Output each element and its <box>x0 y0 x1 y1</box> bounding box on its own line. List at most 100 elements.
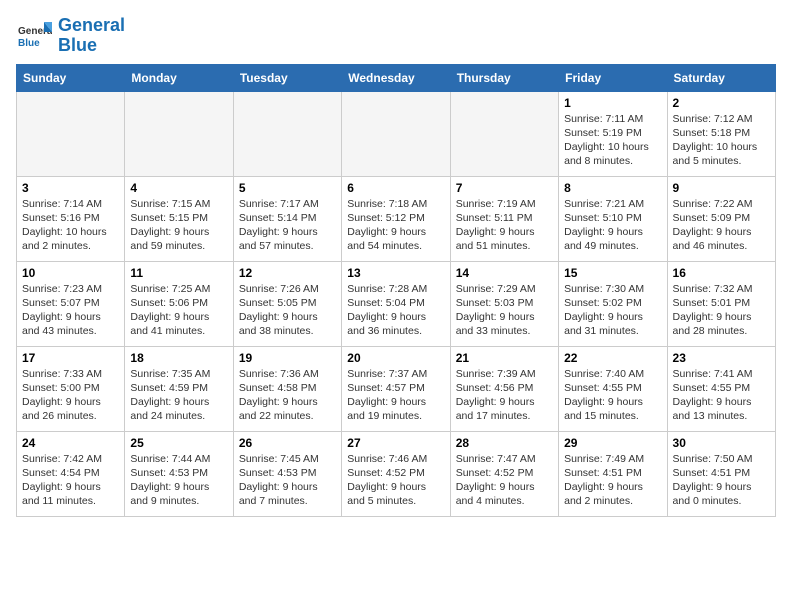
calendar-day-cell: 9 Sunrise: 7:22 AM Sunset: 5:09 PM Daylig… <box>667 176 775 261</box>
calendar-day-cell: 16 Sunrise: 7:32 AM Sunset: 5:01 PM Dayli… <box>667 261 775 346</box>
calendar-day-cell: 2 Sunrise: 7:12 AM Sunset: 5:18 PM Daylig… <box>667 91 775 176</box>
day-info: Sunrise: 7:18 AM Sunset: 5:12 PM Dayligh… <box>347 197 444 254</box>
calendar-day-cell <box>342 91 450 176</box>
calendar-table: SundayMondayTuesdayWednesdayThursdayFrid… <box>16 64 776 517</box>
day-info: Sunrise: 7:46 AM Sunset: 4:52 PM Dayligh… <box>347 452 444 509</box>
weekday-header: Saturday <box>667 64 775 91</box>
weekday-header: Tuesday <box>233 64 341 91</box>
day-number: 5 <box>239 181 336 195</box>
calendar-day-cell: 10 Sunrise: 7:23 AM Sunset: 5:07 PM Dayli… <box>17 261 125 346</box>
calendar-day-cell <box>450 91 558 176</box>
day-info: Sunrise: 7:23 AM Sunset: 5:07 PM Dayligh… <box>22 282 119 339</box>
calendar-day-cell: 20 Sunrise: 7:37 AM Sunset: 4:57 PM Dayli… <box>342 346 450 431</box>
day-number: 22 <box>564 351 661 365</box>
weekday-header: Thursday <box>450 64 558 91</box>
day-info: Sunrise: 7:11 AM Sunset: 5:19 PM Dayligh… <box>564 112 661 169</box>
calendar-day-cell: 19 Sunrise: 7:36 AM Sunset: 4:58 PM Dayli… <box>233 346 341 431</box>
svg-text:Blue: Blue <box>18 38 40 49</box>
calendar-day-cell: 26 Sunrise: 7:45 AM Sunset: 4:53 PM Dayli… <box>233 431 341 516</box>
day-number: 1 <box>564 96 661 110</box>
day-info: Sunrise: 7:17 AM Sunset: 5:14 PM Dayligh… <box>239 197 336 254</box>
day-number: 13 <box>347 266 444 280</box>
calendar-week-row: 17 Sunrise: 7:33 AM Sunset: 5:00 PM Dayli… <box>17 346 776 431</box>
calendar-week-row: 3 Sunrise: 7:14 AM Sunset: 5:16 PM Daylig… <box>17 176 776 261</box>
day-number: 7 <box>456 181 553 195</box>
calendar-day-cell: 18 Sunrise: 7:35 AM Sunset: 4:59 PM Dayli… <box>125 346 233 431</box>
calendar-day-cell: 13 Sunrise: 7:28 AM Sunset: 5:04 PM Dayli… <box>342 261 450 346</box>
day-number: 28 <box>456 436 553 450</box>
day-info: Sunrise: 7:28 AM Sunset: 5:04 PM Dayligh… <box>347 282 444 339</box>
day-info: Sunrise: 7:22 AM Sunset: 5:09 PM Dayligh… <box>673 197 770 254</box>
day-number: 6 <box>347 181 444 195</box>
day-info: Sunrise: 7:50 AM Sunset: 4:51 PM Dayligh… <box>673 452 770 509</box>
day-info: Sunrise: 7:44 AM Sunset: 4:53 PM Dayligh… <box>130 452 227 509</box>
day-number: 18 <box>130 351 227 365</box>
day-number: 16 <box>673 266 770 280</box>
day-info: Sunrise: 7:35 AM Sunset: 4:59 PM Dayligh… <box>130 367 227 424</box>
calendar-day-cell <box>17 91 125 176</box>
day-info: Sunrise: 7:32 AM Sunset: 5:01 PM Dayligh… <box>673 282 770 339</box>
day-info: Sunrise: 7:12 AM Sunset: 5:18 PM Dayligh… <box>673 112 770 169</box>
day-info: Sunrise: 7:14 AM Sunset: 5:16 PM Dayligh… <box>22 197 119 254</box>
day-info: Sunrise: 7:29 AM Sunset: 5:03 PM Dayligh… <box>456 282 553 339</box>
day-info: Sunrise: 7:21 AM Sunset: 5:10 PM Dayligh… <box>564 197 661 254</box>
day-number: 20 <box>347 351 444 365</box>
day-info: Sunrise: 7:45 AM Sunset: 4:53 PM Dayligh… <box>239 452 336 509</box>
calendar-header-row: SundayMondayTuesdayWednesdayThursdayFrid… <box>17 64 776 91</box>
calendar-day-cell: 15Sunrise: 7:30 AM Sunset: 5:02 PM Dayli… <box>559 261 667 346</box>
day-info: Sunrise: 7:33 AM Sunset: 5:00 PM Dayligh… <box>22 367 119 424</box>
weekday-header: Monday <box>125 64 233 91</box>
day-number: 30 <box>673 436 770 450</box>
day-number: 17 <box>22 351 119 365</box>
calendar-day-cell: 4Sunrise: 7:15 AM Sunset: 5:15 PM Daylig… <box>125 176 233 261</box>
calendar-day-cell: 8 Sunrise: 7:21 AM Sunset: 5:10 PM Daylig… <box>559 176 667 261</box>
calendar-day-cell: 28 Sunrise: 7:47 AM Sunset: 4:52 PM Dayli… <box>450 431 558 516</box>
day-number: 25 <box>130 436 227 450</box>
calendar-day-cell: 30 Sunrise: 7:50 AM Sunset: 4:51 PM Dayli… <box>667 431 775 516</box>
day-number: 9 <box>673 181 770 195</box>
day-info: Sunrise: 7:39 AM Sunset: 4:56 PM Dayligh… <box>456 367 553 424</box>
day-number: 12 <box>239 266 336 280</box>
day-number: 19 <box>239 351 336 365</box>
day-number: 24 <box>22 436 119 450</box>
logo-text: General Blue <box>58 16 125 56</box>
calendar-day-cell: 17 Sunrise: 7:33 AM Sunset: 5:00 PM Dayli… <box>17 346 125 431</box>
logo-icon: General Blue <box>16 18 52 54</box>
calendar-day-cell <box>233 91 341 176</box>
day-number: 10 <box>22 266 119 280</box>
calendar-day-cell: 7Sunrise: 7:19 AM Sunset: 5:11 PM Daylig… <box>450 176 558 261</box>
day-info: Sunrise: 7:37 AM Sunset: 4:57 PM Dayligh… <box>347 367 444 424</box>
day-number: 3 <box>22 181 119 195</box>
day-number: 23 <box>673 351 770 365</box>
day-info: Sunrise: 7:15 AM Sunset: 5:15 PM Dayligh… <box>130 197 227 254</box>
day-number: 14 <box>456 266 553 280</box>
day-info: Sunrise: 7:36 AM Sunset: 4:58 PM Dayligh… <box>239 367 336 424</box>
day-number: 8 <box>564 181 661 195</box>
calendar-day-cell: 1 Sunrise: 7:11 AM Sunset: 5:19 PM Daylig… <box>559 91 667 176</box>
calendar-week-row: 10 Sunrise: 7:23 AM Sunset: 5:07 PM Dayli… <box>17 261 776 346</box>
calendar-day-cell: 6 Sunrise: 7:18 AM Sunset: 5:12 PM Daylig… <box>342 176 450 261</box>
day-number: 11 <box>130 266 227 280</box>
calendar-day-cell: 24 Sunrise: 7:42 AM Sunset: 4:54 PM Dayli… <box>17 431 125 516</box>
day-number: 29 <box>564 436 661 450</box>
weekday-header: Sunday <box>17 64 125 91</box>
day-info: Sunrise: 7:40 AM Sunset: 4:55 PM Dayligh… <box>564 367 661 424</box>
calendar-week-row: 24 Sunrise: 7:42 AM Sunset: 4:54 PM Dayli… <box>17 431 776 516</box>
calendar-day-cell: 25 Sunrise: 7:44 AM Sunset: 4:53 PM Dayli… <box>125 431 233 516</box>
calendar-day-cell: 12Sunrise: 7:26 AM Sunset: 5:05 PM Dayli… <box>233 261 341 346</box>
day-number: 2 <box>673 96 770 110</box>
day-info: Sunrise: 7:42 AM Sunset: 4:54 PM Dayligh… <box>22 452 119 509</box>
calendar-day-cell: 5 Sunrise: 7:17 AM Sunset: 5:14 PM Daylig… <box>233 176 341 261</box>
day-number: 27 <box>347 436 444 450</box>
calendar-week-row: 1 Sunrise: 7:11 AM Sunset: 5:19 PM Daylig… <box>17 91 776 176</box>
weekday-header: Wednesday <box>342 64 450 91</box>
day-number: 26 <box>239 436 336 450</box>
calendar-day-cell: 23Sunrise: 7:41 AM Sunset: 4:55 PM Dayli… <box>667 346 775 431</box>
calendar-day-cell: 14 Sunrise: 7:29 AM Sunset: 5:03 PM Dayli… <box>450 261 558 346</box>
calendar-day-cell: 21Sunrise: 7:39 AM Sunset: 4:56 PM Dayli… <box>450 346 558 431</box>
calendar-day-cell: 29 Sunrise: 7:49 AM Sunset: 4:51 PM Dayli… <box>559 431 667 516</box>
weekday-header: Friday <box>559 64 667 91</box>
day-info: Sunrise: 7:47 AM Sunset: 4:52 PM Dayligh… <box>456 452 553 509</box>
day-info: Sunrise: 7:49 AM Sunset: 4:51 PM Dayligh… <box>564 452 661 509</box>
logo: General Blue General Blue <box>16 16 125 56</box>
